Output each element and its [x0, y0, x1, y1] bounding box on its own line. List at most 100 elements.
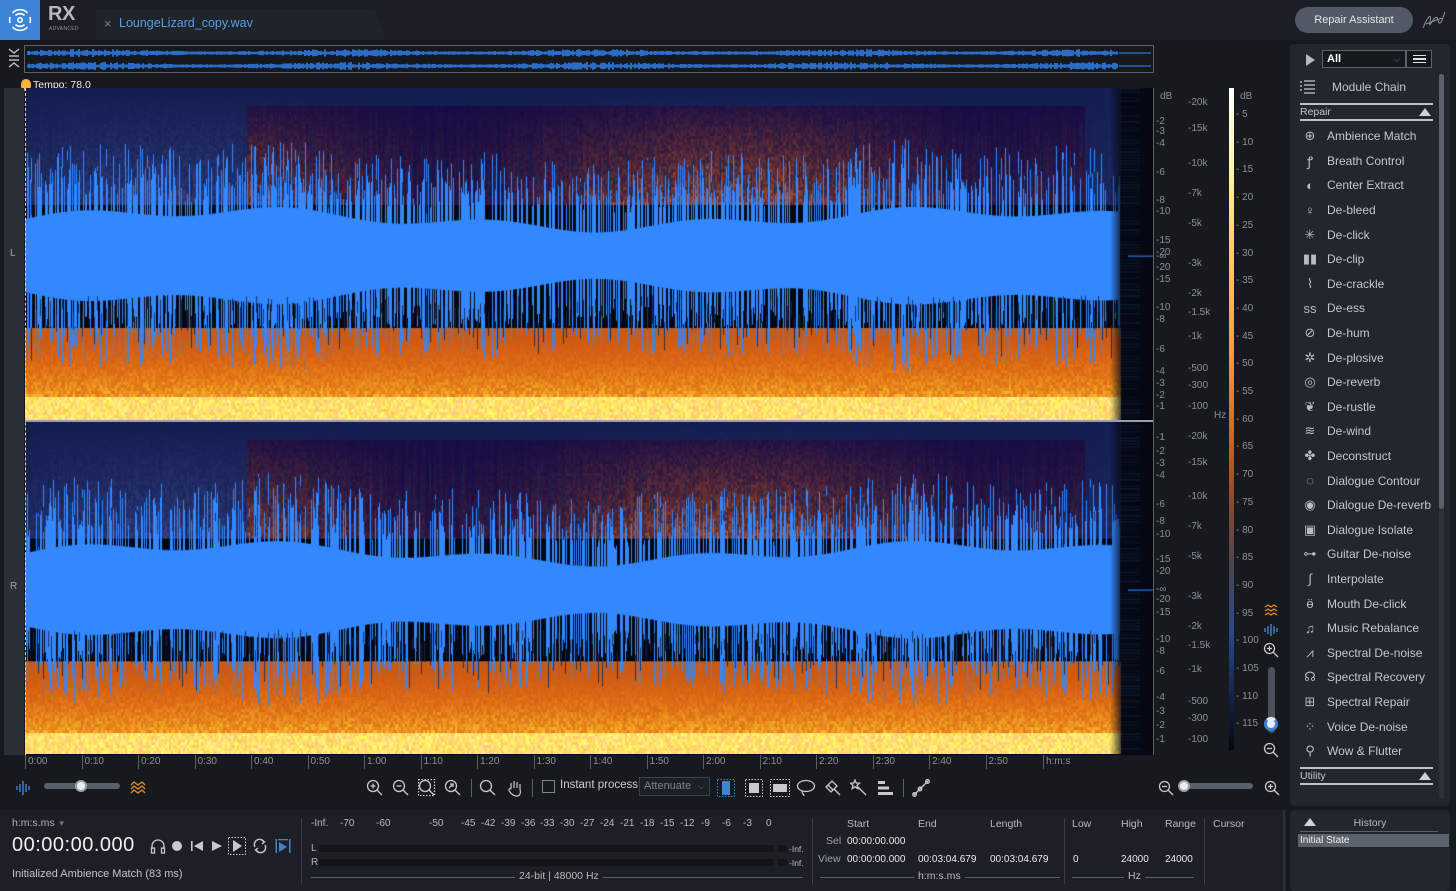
module-item[interactable]: ⌇ De-crackle — [1300, 272, 1440, 297]
spectrogram-view[interactable] — [25, 88, 1153, 755]
module-item[interactable]: ss De-ess — [1300, 296, 1440, 321]
playhead-cursor[interactable] — [25, 88, 26, 755]
meter-scale-tick: -33 — [540, 818, 555, 829]
file-tab-title[interactable]: LoungeLizard_copy.wav — [119, 16, 253, 30]
time-ruler[interactable]: 0:00 0:10 0:20 0:30 0:40 0:50 1:00 1:10 1:20 1:30… — [25, 755, 1185, 769]
amplitude-tick: -8 — [1156, 646, 1165, 657]
module-item[interactable]: ⊶ Guitar De-noise — [1300, 542, 1440, 567]
module-item[interactable]: ӫ Mouth De-click — [1300, 591, 1440, 616]
module-item[interactable]: ✲ De-plosive — [1300, 345, 1440, 370]
blend-slider-thumb[interactable] — [75, 780, 87, 792]
section-header-repair[interactable]: Repair — [1300, 103, 1433, 121]
view-high-field[interactable]: 24000 — [1121, 854, 1149, 865]
channel-label-left[interactable]: L — [10, 248, 16, 259]
horizontal-zoom-slider[interactable] — [1180, 783, 1253, 789]
module-item[interactable]: ✳ De-click — [1300, 222, 1440, 247]
horizontal-zoom-in-icon[interactable] — [1262, 778, 1282, 798]
harmonic-selection-icon[interactable] — [875, 778, 895, 798]
instant-process-mode-select[interactable]: Attenuate ⌵ — [639, 777, 710, 796]
spectrogram-left-channel[interactable] — [25, 88, 1153, 420]
view-start-field[interactable]: 00:00:00.000 — [847, 854, 905, 865]
repair-assistant-button[interactable]: Repair Assistant — [1295, 7, 1413, 33]
spectrogram-view-icon[interactable] — [128, 778, 148, 798]
collapse-triangle-icon[interactable] — [1419, 108, 1431, 116]
view-length-field[interactable]: 00:03:04.679 — [990, 854, 1048, 865]
view-range-field[interactable]: 24000 — [1165, 854, 1193, 865]
record-icon[interactable] — [168, 837, 186, 855]
module-chain-button[interactable]: Module Chain — [1300, 78, 1406, 96]
waveform-overview[interactable] — [24, 45, 1154, 73]
vertical-zoom-in-icon[interactable] — [1263, 642, 1279, 661]
peak-indicator-left[interactable] — [778, 845, 787, 852]
instant-process-label[interactable]: Instant process — [560, 779, 638, 791]
zoom-in-icon[interactable] — [365, 778, 385, 798]
vertical-zoom-thumb[interactable] — [1264, 717, 1278, 731]
module-item[interactable]: ∫ Interpolate — [1300, 567, 1440, 592]
vertical-zoom-out-icon[interactable] — [1263, 742, 1279, 761]
time-frequency-selection-icon[interactable] — [744, 778, 764, 798]
module-item[interactable]: ꝭ Breath Control — [1300, 149, 1440, 174]
module-item[interactable]: ⊕ Ambience Match — [1300, 124, 1440, 149]
file-tab[interactable]: × LoungeLizard_copy.wav — [96, 9, 386, 40]
gain-envelope-icon[interactable] — [911, 778, 931, 798]
module-item[interactable]: ⊘ De-hum — [1300, 321, 1440, 346]
module-item[interactable]: ⊞ Spectral Repair — [1300, 690, 1440, 715]
channel-label-right[interactable]: R — [10, 581, 17, 592]
module-filter-select[interactable]: All ⌵ — [1322, 50, 1406, 68]
play-icon[interactable] — [208, 837, 226, 855]
brush-icon[interactable] — [823, 778, 843, 798]
history-item[interactable]: Initial State — [1298, 834, 1449, 847]
zoom-out-icon[interactable] — [391, 778, 411, 798]
close-icon[interactable]: × — [104, 16, 112, 31]
horizontal-zoom-out-icon[interactable] — [1156, 778, 1176, 798]
module-item[interactable]: ≋ De-wind — [1300, 419, 1440, 444]
module-item[interactable]: ◐ Center Extract — [1300, 173, 1440, 198]
spectrogram-toggle-icon[interactable] — [1264, 604, 1278, 621]
instant-process-checkbox[interactable] — [542, 780, 555, 793]
spectral-de-noise-icon: ⩘ — [1306, 644, 1314, 660]
module-item[interactable]: ☊ Spectral Recovery — [1300, 665, 1440, 690]
magic-wand-icon[interactable] — [849, 778, 869, 798]
module-item[interactable]: ⁘ Voice De-noise — [1300, 714, 1440, 739]
module-item[interactable]: ♀ De-bleed — [1300, 198, 1440, 223]
view-low-field[interactable]: 0 — [1073, 854, 1079, 865]
module-item[interactable]: ⩘ Spectral De-noise — [1300, 640, 1440, 665]
frequency-selection-icon[interactable] — [770, 778, 790, 798]
module-item[interactable]: ▣ Dialogue Isolate — [1300, 518, 1440, 543]
play-preview-icon[interactable] — [1306, 54, 1315, 66]
view-end-field[interactable]: 00:03:04.679 — [918, 854, 976, 865]
section-header-utility[interactable]: Utility — [1300, 767, 1433, 785]
waveform-toggle-icon[interactable] — [1264, 624, 1278, 639]
module-scrollbar[interactable] — [1439, 74, 1444, 509]
waveform-view-icon[interactable] — [13, 778, 33, 798]
play-selection-icon[interactable] — [228, 837, 246, 855]
spectrogram-right-channel[interactable] — [25, 422, 1153, 754]
module-item[interactable]: ▮▮ De-clip — [1300, 247, 1440, 272]
app-logo[interactable] — [0, 0, 40, 40]
magnifier-icon[interactable] — [478, 778, 498, 798]
module-item[interactable]: ✤ Deconstruct — [1300, 444, 1440, 469]
time-selection-icon[interactable] — [716, 778, 736, 798]
module-item[interactable]: ◌ Dialogue Contour — [1300, 468, 1440, 493]
sel-start-field[interactable]: 00:00:00.000 — [847, 836, 905, 847]
peak-indicator-right[interactable] — [778, 859, 787, 866]
horizontal-zoom-thumb[interactable] — [1178, 780, 1190, 792]
module-item[interactable]: ◎ De-reverb — [1300, 370, 1440, 395]
module-item[interactable]: ❦ De-rustle — [1300, 395, 1440, 420]
module-item[interactable]: ◉ Dialogue De-reverb — [1300, 493, 1440, 518]
timecode-format-select[interactable]: h:m:s.ms ▼ — [12, 817, 66, 829]
skip-to-start-icon[interactable] — [188, 837, 206, 855]
collapse-triangle-icon[interactable] — [1419, 772, 1431, 780]
header-end: End — [918, 818, 937, 830]
lasso-icon[interactable] — [796, 778, 816, 798]
hamburger-menu-icon[interactable] — [1406, 50, 1432, 68]
zoom-fit-icon[interactable] — [443, 778, 463, 798]
loop-icon[interactable] — [251, 837, 269, 855]
follow-playback-icon[interactable] — [274, 837, 292, 855]
headphones-icon[interactable] — [149, 837, 167, 855]
module-item[interactable]: ⚲ Wow & Flutter — [1300, 739, 1440, 764]
module-item[interactable]: ♫ Music Rebalance — [1300, 616, 1440, 641]
hand-icon[interactable] — [505, 778, 525, 798]
zoom-selection-icon[interactable] — [417, 778, 437, 798]
collapse-icon[interactable] — [6, 46, 22, 72]
